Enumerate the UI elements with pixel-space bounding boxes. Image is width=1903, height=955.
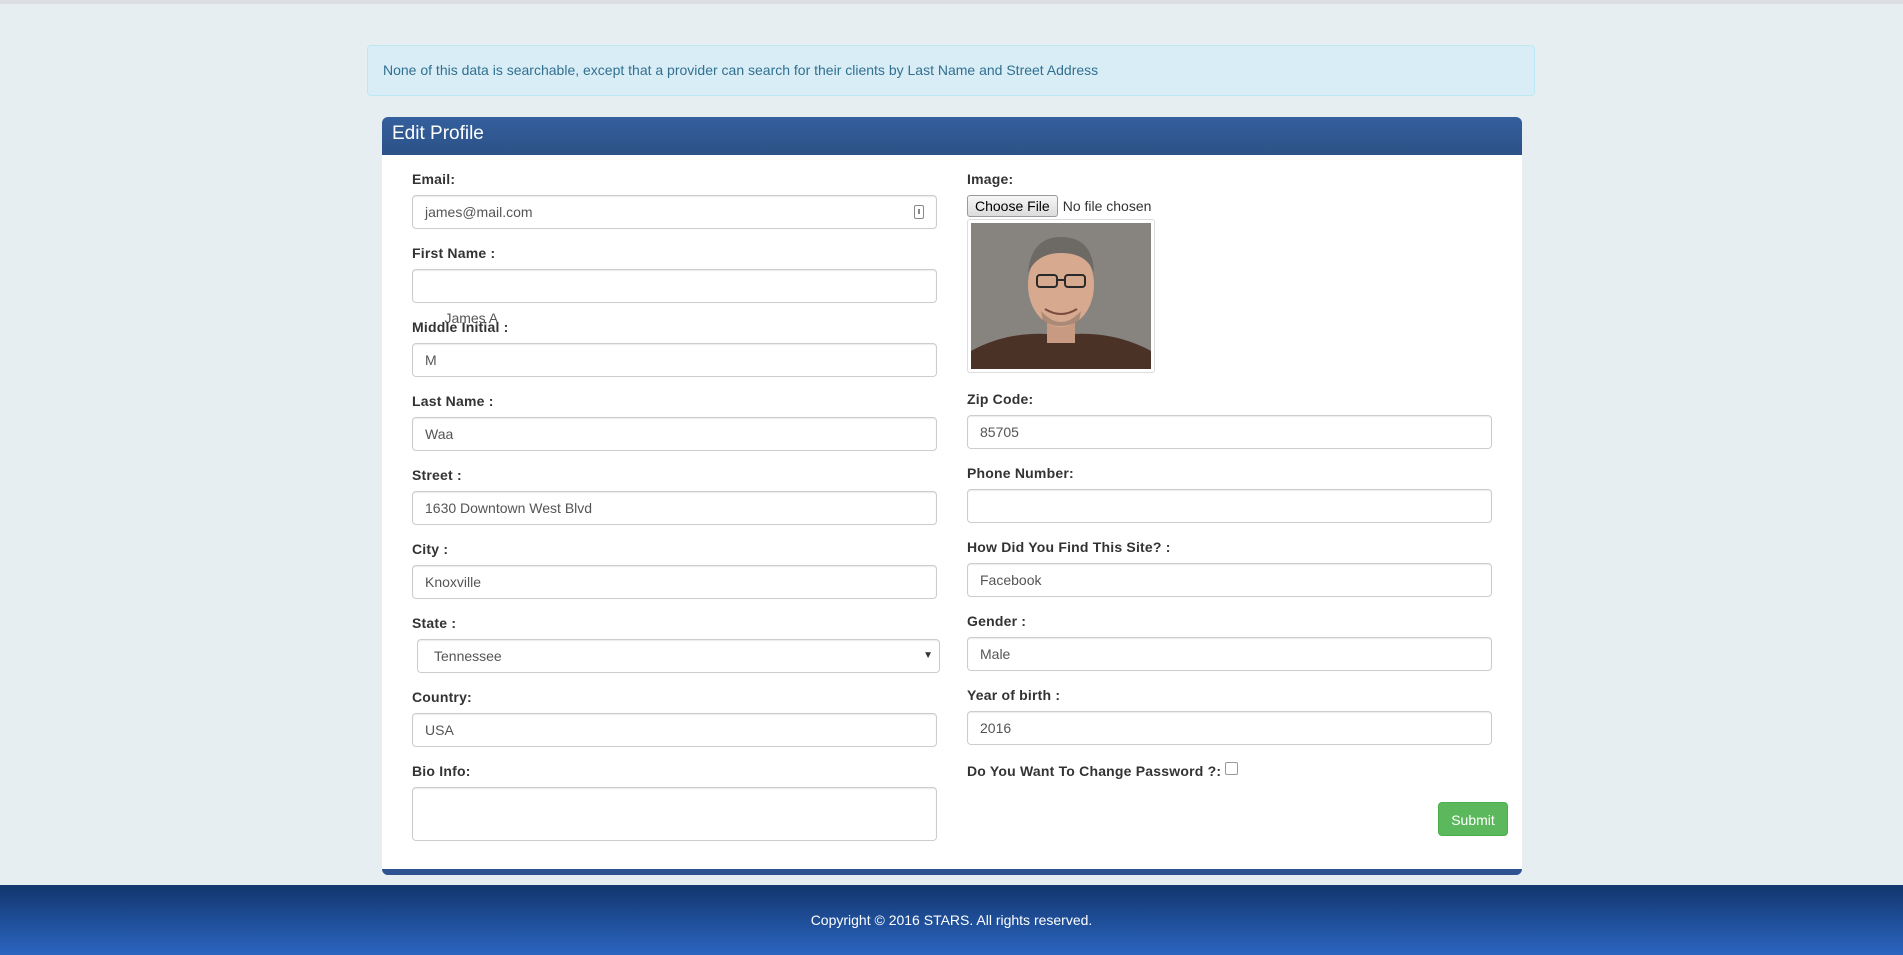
file-input: Choose File No file chosen [967, 195, 1155, 217]
email-label: Email: [412, 171, 456, 187]
info-alert: None of this data is searchable, except … [367, 45, 1535, 96]
gender-field[interactable]: Male [967, 637, 1492, 671]
email-field[interactable]: james@mail.com [412, 195, 937, 229]
city-group: City : Knoxville [412, 541, 937, 599]
birth-year-label: Year of birth : [967, 687, 1061, 703]
bio-label: Bio Info: [412, 763, 471, 779]
image-label: Image: [967, 171, 1014, 187]
zip-field[interactable]: 85705 [967, 415, 1492, 449]
phone-field[interactable] [967, 489, 1492, 523]
street-value: 1630 Downtown West Blvd [425, 500, 593, 516]
gender-label: Gender : [967, 613, 1027, 629]
city-label: City : [412, 541, 449, 557]
country-value: USA [425, 722, 454, 738]
avatar [971, 223, 1151, 369]
change-password-checkbox[interactable] [1225, 762, 1239, 775]
state-value: Tennessee [434, 648, 502, 664]
gender-group: Gender : Male [967, 613, 1492, 671]
city-field[interactable]: Knoxville [412, 565, 937, 599]
gender-value: Male [980, 646, 1011, 662]
email-group: Email: james@mail.com [412, 171, 937, 229]
last-name-label: Last Name : [412, 393, 494, 409]
middle-initial-field[interactable]: M [412, 343, 937, 377]
email-value: james@mail.com [425, 204, 533, 220]
referral-group: How Did You Find This Site? : Facebook [967, 539, 1492, 597]
last-name-group: Last Name : Waa [412, 393, 937, 451]
first-name-group: First Name : James A [412, 245, 937, 326]
state-group: State : Tennessee ▼ [412, 615, 940, 673]
street-label: Street : [412, 467, 462, 483]
copyright-text: Copyright © 2016 STARS. All rights reser… [810, 912, 1093, 928]
middle-initial-value: M [425, 352, 437, 368]
last-name-value: Waa [425, 426, 454, 442]
state-label: State : [412, 615, 457, 631]
choose-file-button[interactable]: Choose File [967, 195, 1058, 217]
zip-label: Zip Code: [967, 391, 1034, 407]
country-field[interactable]: USA [412, 713, 937, 747]
bio-group: Bio Info: [412, 763, 937, 841]
footer: Copyright © 2016 STARS. All rights reser… [0, 885, 1903, 955]
state-select[interactable]: Tennessee ▼ [417, 639, 940, 673]
submit-button[interactable]: Submit [1438, 802, 1508, 836]
first-name-label: First Name : [412, 245, 496, 261]
last-name-field[interactable]: Waa [412, 417, 937, 451]
panel-title: Edit Profile [382, 117, 1522, 155]
zip-group: Zip Code: 85705 [967, 391, 1492, 449]
profile-photo [967, 219, 1155, 373]
birth-year-field[interactable]: 2016 [967, 711, 1492, 745]
country-label: Country: [412, 689, 472, 705]
street-group: Street : 1630 Downtown West Blvd [412, 467, 937, 525]
chevron-down-icon: ▼ [923, 650, 933, 661]
birth-year-value: 2016 [980, 720, 1012, 736]
change-password-group: Do You Want To Change Password ?: [967, 762, 1239, 779]
contact-card-icon [914, 205, 924, 219]
middle-initial-label: Middle Initial : [412, 319, 509, 335]
street-field[interactable]: 1630 Downtown West Blvd [412, 491, 937, 525]
first-name-field[interactable]: James A [412, 269, 937, 326]
phone-label: Phone Number: [967, 465, 1074, 481]
phone-group: Phone Number: [967, 465, 1492, 523]
image-group: Image: Choose File No file chosen [967, 171, 1155, 373]
referral-field[interactable]: Facebook [967, 563, 1492, 597]
country-group: Country: USA [412, 689, 937, 747]
change-password-label: Do You Want To Change Password ?: [967, 763, 1222, 779]
bio-textarea[interactable] [412, 787, 937, 841]
top-border [0, 0, 1903, 4]
birth-year-group: Year of birth : 2016 [967, 687, 1492, 745]
zip-value: 85705 [980, 424, 1019, 440]
middle-initial-group: Middle Initial : M [412, 319, 937, 377]
file-status: No file chosen [1062, 198, 1152, 214]
city-value: Knoxville [425, 574, 482, 590]
referral-value: Facebook [980, 572, 1042, 588]
referral-label: How Did You Find This Site? : [967, 539, 1171, 555]
